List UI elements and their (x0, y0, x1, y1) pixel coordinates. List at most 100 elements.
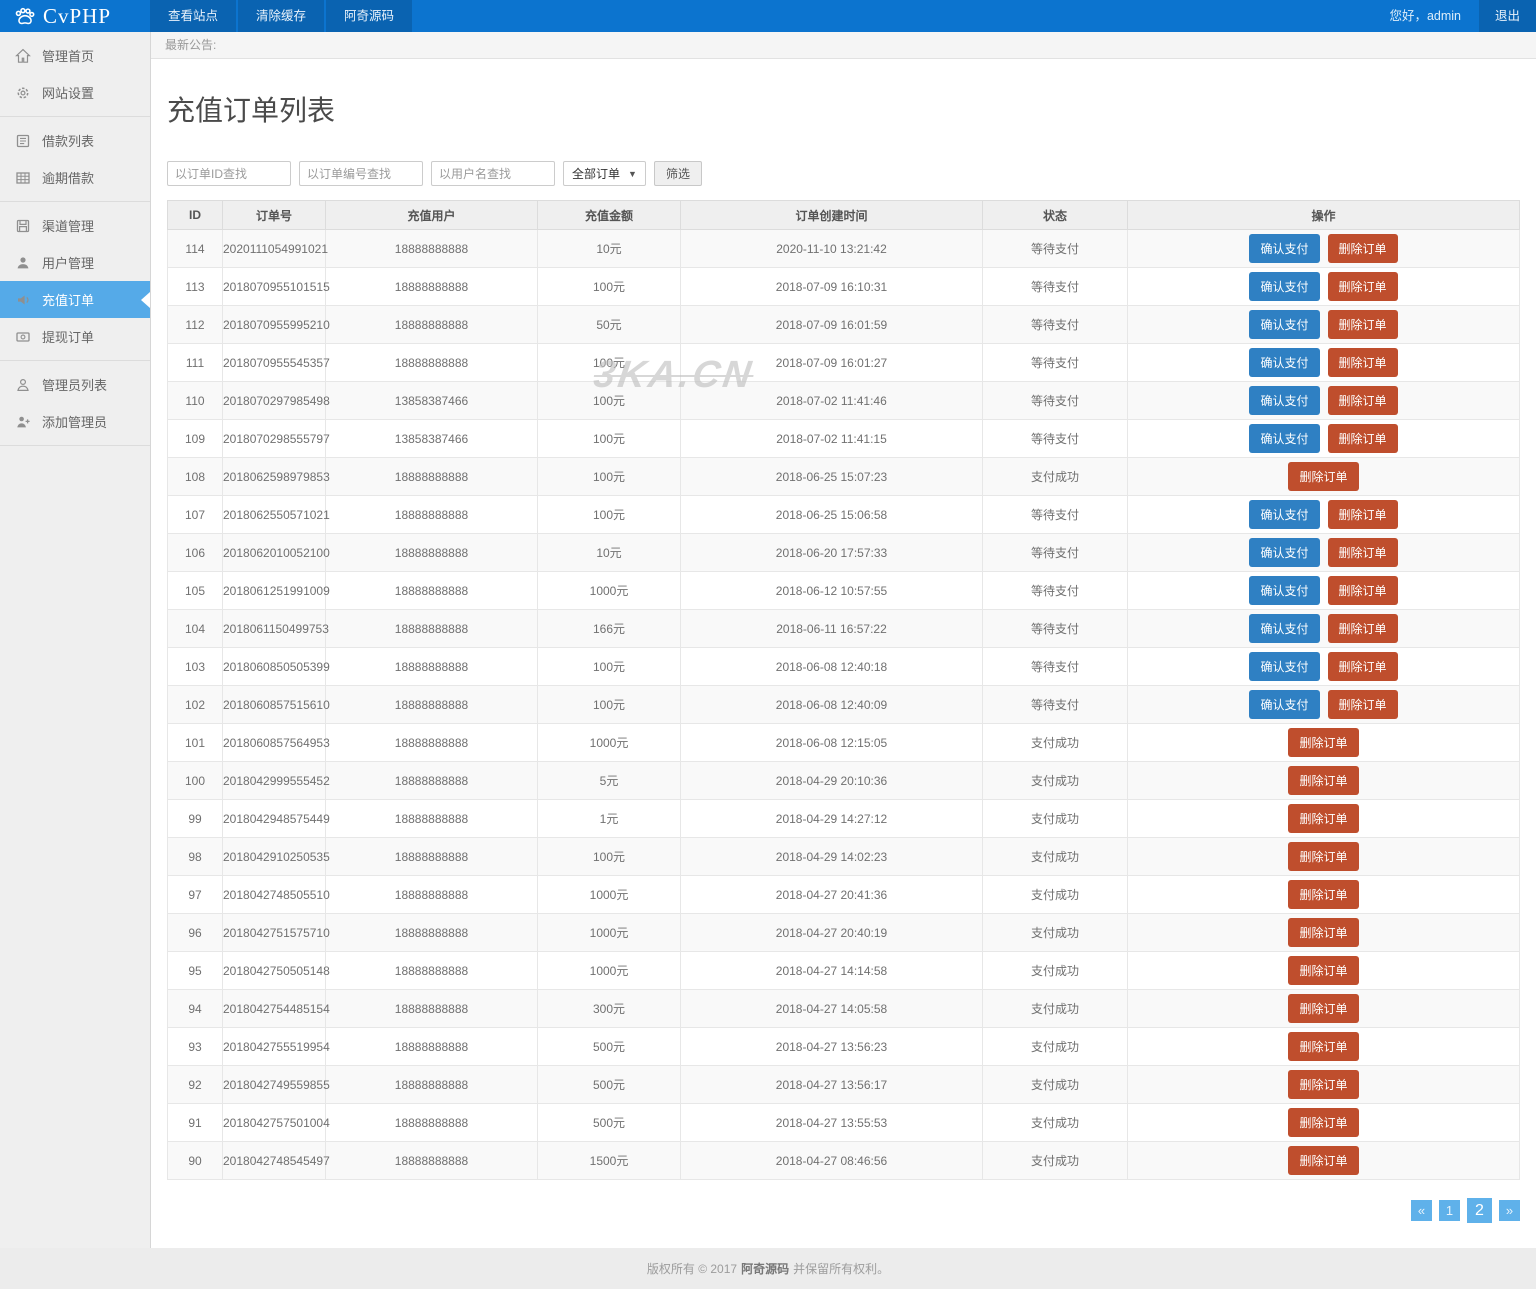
table-row: 98 2018042910250535 18888888888 100元 2018-04… (167, 837, 1520, 876)
sidebar-item-user[interactable]: 用户管理 (0, 244, 150, 281)
delete-order-button[interactable]: 删除订单 (1327, 386, 1398, 415)
table-row: 91 2018042757501004 18888888888 500元 2018-04… (167, 1103, 1520, 1142)
delete-order-button[interactable]: 删除订单 (1288, 462, 1359, 491)
app-logo[interactable]: CvPHP (0, 0, 150, 32)
cell-status: 等待支付 (982, 267, 1128, 306)
cell-actions: 确认支付 删除订单 (1127, 609, 1520, 648)
delete-order-button[interactable]: 删除订单 (1288, 918, 1359, 947)
confirm-pay-button[interactable]: 确认支付 (1249, 652, 1320, 681)
confirm-pay-button[interactable]: 确认支付 (1249, 576, 1320, 605)
table-header-cell: 充值金额 (537, 200, 681, 230)
delete-order-button[interactable]: 删除订单 (1327, 538, 1398, 567)
delete-order-button[interactable]: 删除订单 (1327, 424, 1398, 453)
cell-id: 97 (167, 875, 223, 914)
cell-id: 92 (167, 1065, 223, 1104)
cell-actions: 删除订单 (1127, 913, 1520, 952)
delete-order-button[interactable]: 删除订单 (1288, 842, 1359, 871)
delete-order-button[interactable]: 删除订单 (1327, 652, 1398, 681)
cell-created: 2018-07-02 11:41:15 (680, 419, 983, 458)
confirm-pay-button[interactable]: 确认支付 (1249, 690, 1320, 719)
delete-order-button[interactable]: 删除订单 (1327, 614, 1398, 643)
sidebar-item-home[interactable]: 管理首页 (0, 37, 150, 74)
user-icon (15, 255, 31, 271)
confirm-pay-button[interactable]: 确认支付 (1249, 614, 1320, 643)
table-row: 96 2018042751575710 18888888888 1000元 2018-0… (167, 913, 1520, 952)
delete-order-button[interactable]: 删除订单 (1288, 1032, 1359, 1061)
pagination: « 1 2 » (151, 1198, 1520, 1223)
pagination-page-1[interactable]: 1 (1439, 1200, 1460, 1221)
sidebar-item-person-add[interactable]: 添加管理员 (0, 403, 150, 440)
table-row: 93 2018042755519954 18888888888 500元 2018-04… (167, 1027, 1520, 1066)
delete-order-button[interactable]: 删除订单 (1288, 728, 1359, 757)
pagination-page-2[interactable]: 2 (1467, 1198, 1492, 1223)
sidebar-item-book[interactable]: 借款列表 (0, 122, 150, 159)
table-row: 111 2018070955545357 18888888888 100元 2018-0… (167, 343, 1520, 382)
cell-created: 2018-06-08 12:40:09 (680, 685, 983, 724)
sidebar-item-save[interactable]: 渠道管理 (0, 207, 150, 244)
nav-aqi-source-button[interactable]: 阿奇源码 (326, 0, 413, 32)
confirm-pay-button[interactable]: 确认支付 (1249, 538, 1320, 567)
order-no-search-input[interactable] (299, 161, 423, 186)
delete-order-button[interactable]: 删除订单 (1288, 766, 1359, 795)
delete-order-button[interactable]: 删除订单 (1327, 348, 1398, 377)
cell-created: 2020-11-10 13:21:42 (680, 229, 983, 268)
cell-user: 18888888888 (325, 457, 538, 496)
cell-status: 等待支付 (982, 419, 1128, 458)
sidebar-item-gear[interactable]: 网站设置 (0, 74, 150, 111)
delete-order-button[interactable]: 删除订单 (1288, 1108, 1359, 1137)
username-search-input[interactable] (431, 161, 555, 186)
order-id-search-input[interactable] (167, 161, 291, 186)
cell-status: 支付成功 (982, 1141, 1128, 1180)
delete-order-button[interactable]: 删除订单 (1327, 310, 1398, 339)
order-type-select[interactable]: 全部订单 ▼ (563, 161, 646, 186)
delete-order-button[interactable]: 删除订单 (1327, 234, 1398, 263)
orders-table: ID 订单号 充值用户 充值金额 订单创建时间 状态 操作 114 2020111054991… (167, 200, 1520, 1180)
delete-order-button[interactable]: 删除订单 (1288, 1146, 1359, 1175)
nav-view-site-button[interactable]: 查看站点 (150, 0, 237, 32)
sidebar-item-person-outline[interactable]: 管理员列表 (0, 366, 150, 403)
confirm-pay-button[interactable]: 确认支付 (1249, 310, 1320, 339)
filter-button[interactable]: 筛选 (653, 161, 702, 186)
cell-status: 等待支付 (982, 571, 1128, 610)
delete-order-button[interactable]: 删除订单 (1327, 690, 1398, 719)
confirm-pay-button[interactable]: 确认支付 (1249, 500, 1320, 529)
delete-order-button[interactable]: 删除订单 (1327, 500, 1398, 529)
cell-status: 支付成功 (982, 913, 1128, 952)
confirm-pay-button[interactable]: 确认支付 (1249, 386, 1320, 415)
top-navbar: CvPHP 查看站点 清除缓存 阿奇源码 您好，admin 退出 (0, 0, 1536, 32)
confirm-pay-button[interactable]: 确认支付 (1249, 272, 1320, 301)
cell-user: 18888888888 (325, 1065, 538, 1104)
delete-order-button[interactable]: 删除订单 (1288, 1070, 1359, 1099)
cell-actions: 确认支付 删除订单 (1127, 685, 1520, 724)
cell-actions: 删除订单 (1127, 1141, 1520, 1180)
delete-order-button[interactable]: 删除订单 (1288, 956, 1359, 985)
pagination-next[interactable]: » (1499, 1200, 1520, 1221)
delete-order-button[interactable]: 删除订单 (1327, 576, 1398, 605)
sidebar-item-speaker[interactable]: 充值订单 (0, 281, 150, 318)
cell-created: 2018-07-02 11:41:46 (680, 381, 983, 420)
logout-button[interactable]: 退出 (1478, 0, 1536, 32)
confirm-pay-button[interactable]: 确认支付 (1249, 234, 1320, 263)
gear-icon (15, 85, 31, 101)
nav-clear-cache-button[interactable]: 清除缓存 (238, 0, 325, 32)
confirm-pay-button[interactable]: 确认支付 (1249, 424, 1320, 453)
cell-amount: 100元 (537, 647, 681, 686)
cell-order_no: 2018042999555452 (222, 761, 330, 800)
delete-order-button[interactable]: 删除订单 (1288, 994, 1359, 1023)
delete-order-button[interactable]: 删除订单 (1327, 272, 1398, 301)
cell-created: 2018-06-08 12:40:18 (680, 647, 983, 686)
cell-user: 13858387466 (325, 381, 538, 420)
cell-user: 18888888888 (325, 799, 538, 838)
cell-user: 18888888888 (325, 229, 538, 268)
sidebar-item-table[interactable]: 逾期借款 (0, 159, 150, 196)
delete-order-button[interactable]: 删除订单 (1288, 804, 1359, 833)
pagination-prev[interactable]: « (1411, 1200, 1432, 1221)
sidebar-item-banknote[interactable]: 提现订单 (0, 318, 150, 355)
cell-user: 18888888888 (325, 1141, 538, 1180)
chevron-down-icon: ▼ (628, 168, 637, 179)
confirm-pay-button[interactable]: 确认支付 (1249, 348, 1320, 377)
delete-order-button[interactable]: 删除订单 (1288, 880, 1359, 909)
cell-amount: 100元 (537, 685, 681, 724)
sidebar-item-label: 管理首页 (42, 49, 95, 64)
sidebar-item-label: 充值订单 (42, 293, 95, 308)
